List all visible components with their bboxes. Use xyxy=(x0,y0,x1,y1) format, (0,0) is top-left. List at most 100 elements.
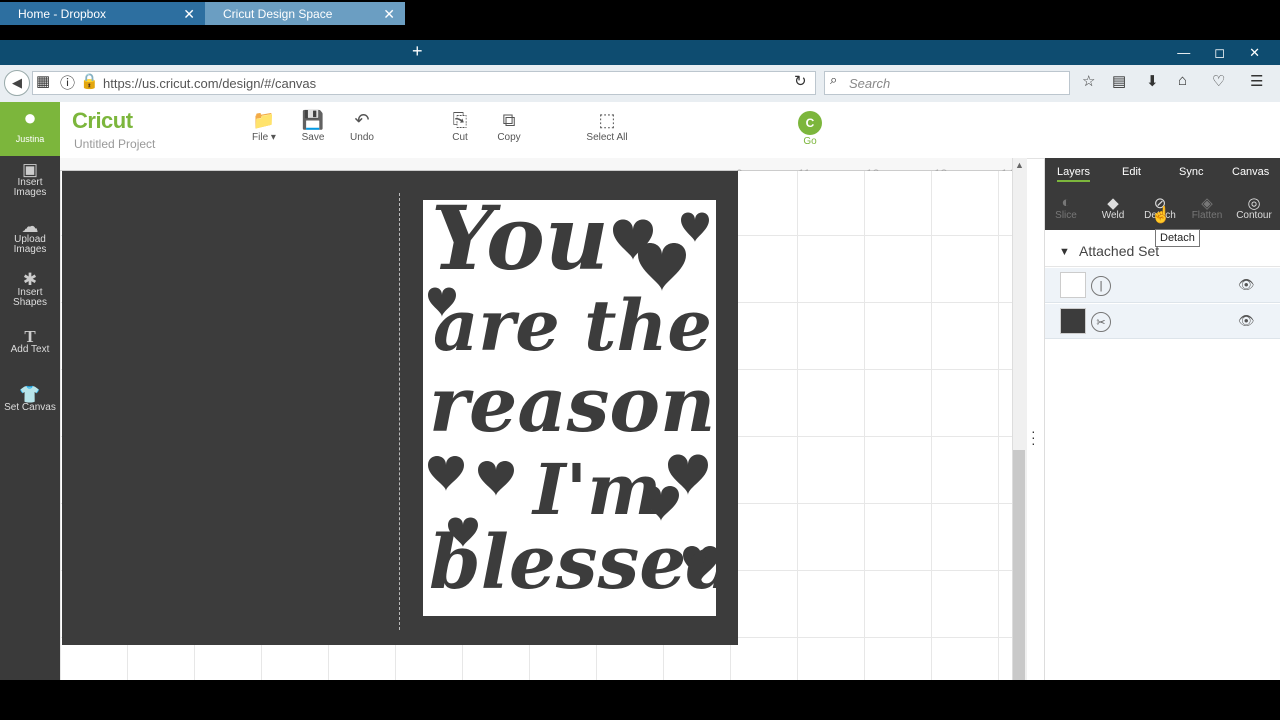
select-all-button[interactable]: ⬚ Select All xyxy=(578,110,636,143)
page-icon: ▦ xyxy=(36,73,51,90)
sidebar-item-label: Upload Images xyxy=(13,234,47,255)
upload-icon: ☁ xyxy=(21,217,39,236)
attached-set-label: Attached Set xyxy=(1079,243,1160,259)
weld-button[interactable]: ◆ Weld xyxy=(1090,194,1136,221)
weld-icon: ◆ xyxy=(1107,195,1119,212)
text-icon: T xyxy=(24,327,36,346)
tab-label: Home - Dropbox xyxy=(18,6,107,21)
file-label: File xyxy=(252,132,269,143)
tab-canvas[interactable]: Canvas xyxy=(1232,166,1269,178)
shirt-icon: 👕 xyxy=(19,385,41,404)
close-window-icon[interactable]: ✕ xyxy=(1249,45,1260,61)
folder-icon: 📁 xyxy=(252,110,276,130)
sidebar-item-label: Insert Shapes xyxy=(13,287,47,308)
sidebar-item-label: Add Text xyxy=(10,344,50,355)
sidebar-item-label: Set Canvas xyxy=(4,402,56,413)
layer-thumbnail xyxy=(1060,272,1086,298)
pocket-icon[interactable]: ♡ xyxy=(1212,72,1225,90)
go-button[interactable]: C xyxy=(798,111,822,135)
search-icon: ⌕ xyxy=(830,72,838,87)
cut-icon: ⎘ xyxy=(452,110,468,130)
cut-scissors-icon[interactable]: ✂ xyxy=(1091,312,1111,332)
url-bar[interactable]: https://us.cricut.com/design/#/canvas xyxy=(32,71,816,95)
sidebar-item-upload-images[interactable]: ☁ Upload Images xyxy=(0,217,60,255)
reload-icon[interactable]: ↻ xyxy=(794,72,807,90)
sidebar-item-insert-images[interactable]: ▣ Insert Images xyxy=(0,160,60,198)
plus-icon[interactable]: + xyxy=(412,41,423,62)
copy-icon: ⧉ xyxy=(502,110,516,130)
browser-tab-bar xyxy=(0,40,1280,65)
file-button[interactable]: 📁 File ▾ xyxy=(239,110,289,143)
layer-thumbnail xyxy=(1060,308,1086,334)
copy-label: Copy xyxy=(497,132,521,143)
tab-layers[interactable]: Layers xyxy=(1057,166,1091,182)
cut-button[interactable]: ⎘ Cut xyxy=(435,110,485,143)
tab-label: Cricut Design Space xyxy=(223,6,333,21)
undo-label: Undo xyxy=(350,132,374,143)
window-controls: — ◻ ✕ xyxy=(1177,40,1280,65)
url-text: https://us.cricut.com/design/#/canvas xyxy=(103,75,317,91)
shapes-icon: ✱ xyxy=(22,270,38,289)
contour-button[interactable]: ◎ Contour xyxy=(1231,194,1277,221)
tab-sync[interactable]: Sync xyxy=(1179,166,1203,178)
search-input[interactable]: Search xyxy=(824,71,1070,95)
select-all-icon: ⬚ xyxy=(598,110,616,130)
lock-icon: 🔒 xyxy=(80,73,99,90)
tab-cricut[interactable]: Cricut Design Space ✕ xyxy=(205,2,405,25)
save-button[interactable]: 💾 Save xyxy=(288,110,338,143)
minimize-icon[interactable]: — xyxy=(1177,45,1190,60)
sidebar-item-label: Insert Images xyxy=(13,177,47,198)
design-text-line: blessed xyxy=(429,520,716,606)
tab-dropbox[interactable]: Home - Dropbox ✕ xyxy=(0,2,205,25)
undo-icon: ↶ xyxy=(354,110,370,130)
scrollbar-thumb[interactable] xyxy=(1013,450,1025,680)
letterbox-bottom xyxy=(0,680,1280,720)
contour-icon: ◎ xyxy=(1247,195,1261,212)
back-icon[interactable]: ◀ xyxy=(4,70,30,96)
image-icon: ▣ xyxy=(21,160,39,179)
reader-list-icon[interactable]: ▤ xyxy=(1112,72,1126,90)
design-text-line: are the xyxy=(433,284,712,367)
weld-label: Weld xyxy=(1101,210,1125,221)
tab-edit[interactable]: Edit xyxy=(1122,166,1141,178)
visibility-eye-icon[interactable]: 👁 xyxy=(1238,313,1255,329)
cricut-logo: Cricut xyxy=(72,108,133,133)
close-icon[interactable]: ✕ xyxy=(383,6,395,23)
visibility-eye-icon[interactable]: 👁 xyxy=(1238,277,1255,293)
flatten-label: Flatten xyxy=(1191,210,1223,221)
design-text-line: You xyxy=(431,200,609,290)
search-placeholder: Search xyxy=(849,75,891,91)
maximize-icon[interactable]: ◻ xyxy=(1214,45,1225,61)
panel-resize-handle-icon[interactable]: · · · xyxy=(1031,424,1036,450)
select-all-label: Select All xyxy=(586,132,628,143)
design-text-line: reason xyxy=(429,360,716,449)
bookmark-star-icon[interactable]: ☆ xyxy=(1082,72,1095,90)
copy-button[interactable]: ⧉ Copy xyxy=(484,110,534,143)
contour-label: Contour xyxy=(1236,210,1272,221)
go-label: Go xyxy=(803,136,817,147)
info-icon: ⓘ xyxy=(60,75,76,92)
slice-button[interactable]: ◐ Slice xyxy=(1043,194,1089,221)
undo-button[interactable]: ↶ Undo xyxy=(337,110,387,143)
sidebar-item-add-text[interactable]: T Add Text xyxy=(0,327,60,355)
mouse-cursor-icon: ☝ xyxy=(1151,207,1171,224)
slice-icon: ◐ xyxy=(1061,194,1071,211)
cut-line-icon[interactable]: | xyxy=(1091,276,1111,296)
slice-label: Slice xyxy=(1055,210,1077,221)
cut-design-panel[interactable]: You are the reason I'm blessed xyxy=(423,200,716,616)
menu-icon[interactable]: ☰ xyxy=(1250,72,1263,90)
cut-label: Cut xyxy=(452,132,468,143)
collapse-triangle-icon[interactable]: ▼ xyxy=(1059,246,1070,258)
save-label: Save xyxy=(301,132,325,143)
home-icon[interactable]: ⌂ xyxy=(1178,72,1187,89)
flatten-icon: ◈ xyxy=(1201,195,1213,212)
flatten-button[interactable]: ◈ Flatten xyxy=(1184,194,1230,221)
close-icon[interactable]: ✕ xyxy=(183,6,195,23)
sidebar-item-insert-shapes[interactable]: ✱ Insert Shapes xyxy=(0,270,60,308)
project-name[interactable]: Untitled Project xyxy=(74,137,155,151)
design-text-line: I'm xyxy=(533,448,662,531)
scroll-up-icon[interactable]: ▲ xyxy=(1015,160,1024,170)
download-icon[interactable]: ⬇ xyxy=(1146,72,1159,90)
user-button[interactable]: ● Justina xyxy=(0,102,60,156)
sidebar-item-set-canvas[interactable]: 👕 Set Canvas xyxy=(0,385,60,413)
